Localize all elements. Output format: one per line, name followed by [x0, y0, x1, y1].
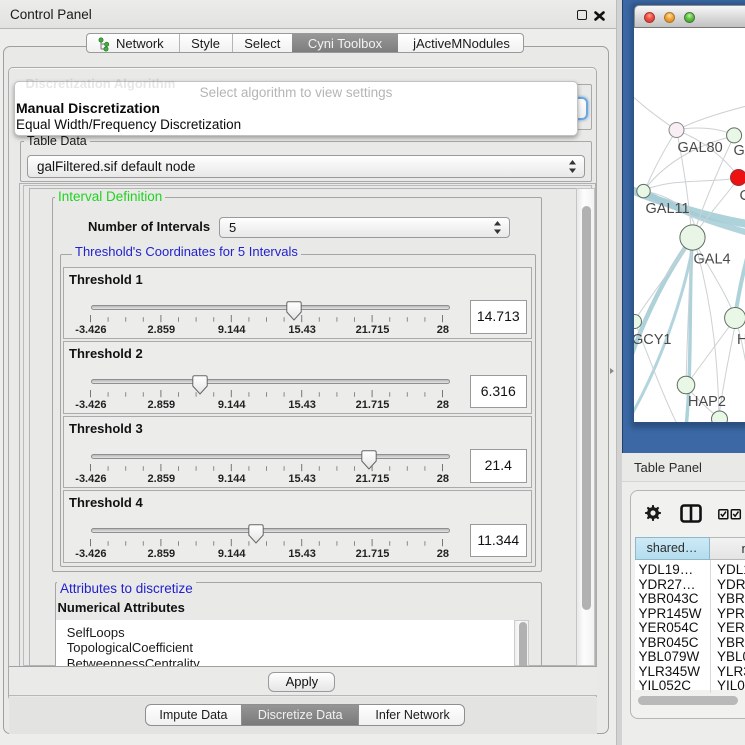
svg-text:GAL11: GAL11: [645, 201, 689, 217]
svg-text:GCY1: GCY1: [634, 332, 672, 348]
svg-text:GA: GA: [733, 143, 745, 159]
svg-text:GAL4: GAL4: [693, 251, 730, 267]
svg-text:H: H: [737, 332, 745, 348]
svg-text:C: C: [739, 188, 745, 204]
svg-text:GAL80: GAL80: [677, 140, 722, 156]
svg-text:HAP2: HAP2: [688, 394, 726, 410]
